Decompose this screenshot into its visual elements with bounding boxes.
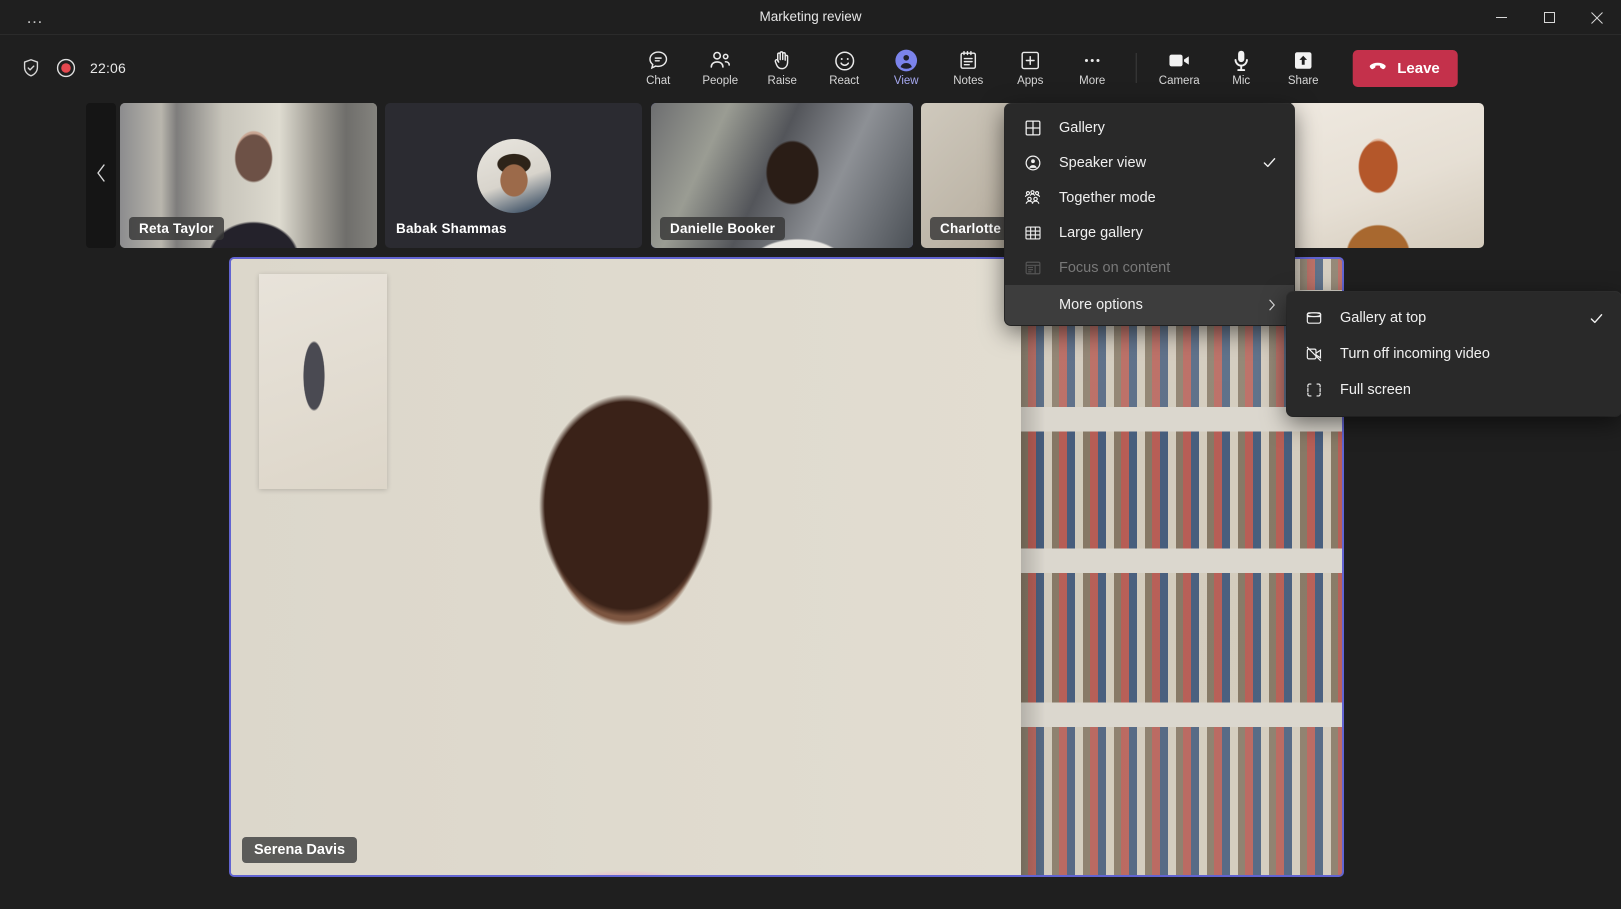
view-menu-item-together-mode[interactable]: Together mode xyxy=(1005,180,1294,215)
view-menu: Gallery Speaker view xyxy=(1005,104,1294,325)
view-submenu: Gallery at top Turn off incoming video xyxy=(1287,292,1621,416)
toolbar-button-chat[interactable]: Chat xyxy=(627,40,689,96)
content-panel-icon xyxy=(1023,258,1042,277)
toolbar-label-view: View xyxy=(894,76,919,88)
toolbar-button-camera[interactable]: Camera xyxy=(1148,40,1210,96)
people-group-icon xyxy=(1023,188,1042,207)
participant-tile-2[interactable]: Danielle Booker xyxy=(651,103,913,248)
participant-tile-0[interactable]: Reta Taylor xyxy=(120,103,377,248)
leave-button[interactable]: Leave xyxy=(1352,50,1458,87)
gallery-top-icon xyxy=(1304,309,1323,328)
maximize-button[interactable] xyxy=(1525,0,1573,35)
grid-3x3-icon xyxy=(1023,223,1042,242)
emoji-icon xyxy=(832,48,856,73)
full-screen-icon xyxy=(1304,381,1323,400)
filmstrip-scroll-left-button[interactable] xyxy=(86,103,116,248)
view-menu-item-gallery[interactable]: Gallery xyxy=(1005,110,1294,145)
avatar xyxy=(477,139,551,213)
toolbar-button-view[interactable]: View xyxy=(875,40,937,96)
submenu-label-gallery-at-top: Gallery at top xyxy=(1340,310,1426,326)
toolbar-button-react[interactable]: React xyxy=(813,40,875,96)
toolbar-label-mic: Mic xyxy=(1232,76,1250,88)
toolbar-button-notes[interactable]: Notes xyxy=(937,40,999,96)
checkmark-icon xyxy=(1588,310,1605,327)
teams-meeting-window: … Marketing review xyxy=(0,0,1621,909)
participant-name: Reta Taylor xyxy=(129,217,224,240)
participant-name: Babak Shammas xyxy=(394,217,517,240)
meeting-toolbar: 22:06 Chat xyxy=(0,35,1621,101)
participant-tile-1[interactable]: Babak Shammas xyxy=(385,103,642,248)
people-icon xyxy=(708,48,733,73)
chat-icon xyxy=(647,48,670,73)
view-menu-label-more-options: More options xyxy=(1059,297,1143,313)
title-bar: … Marketing review xyxy=(0,0,1621,35)
more-dots-icon: … xyxy=(26,9,45,26)
toolbar-label-camera: Camera xyxy=(1159,76,1200,88)
view-menu-label-large-gallery: Large gallery xyxy=(1059,225,1143,241)
window-overflow-menu-button[interactable]: … xyxy=(18,0,53,35)
submenu-label-full-screen: Full screen xyxy=(1340,382,1411,398)
participant-filmstrip: Reta Taylor Babak Shammas Danielle Booke… xyxy=(0,103,1621,248)
page-title: Marketing review xyxy=(0,9,1621,24)
toolbar-button-people[interactable]: People xyxy=(689,40,751,96)
toolbar-button-apps[interactable]: Apps xyxy=(999,40,1061,96)
view-menu-label-together-mode: Together mode xyxy=(1059,190,1156,206)
apps-plus-icon xyxy=(1019,48,1042,73)
view-person-icon xyxy=(894,48,919,73)
view-menu-item-more-options[interactable]: More options xyxy=(1005,285,1294,325)
participant-video xyxy=(1288,103,1484,248)
hangup-icon xyxy=(1366,55,1388,82)
toolbar-button-mic[interactable]: Mic xyxy=(1210,40,1272,96)
window-controls xyxy=(1477,0,1621,35)
more-dots-icon xyxy=(1081,48,1104,73)
toolbar-label-apps: Apps xyxy=(1017,76,1043,88)
participant-name: Danielle Booker xyxy=(660,217,785,240)
notes-icon xyxy=(957,48,980,73)
submenu-item-gallery-at-top[interactable]: Gallery at top xyxy=(1287,300,1621,336)
toolbar-label-notes: Notes xyxy=(953,76,983,88)
toolbar-label-people: People xyxy=(702,76,738,88)
toolbar-divider xyxy=(1135,53,1136,83)
meeting-status-group: 22:06 xyxy=(20,35,126,101)
toolbar-button-more[interactable]: More xyxy=(1061,40,1123,96)
leave-button-label: Leave xyxy=(1397,60,1440,77)
view-menu-label-focus-on-content: Focus on content xyxy=(1059,260,1170,276)
toolbar-label-raise: Raise xyxy=(768,76,797,88)
submenu-item-full-screen[interactable]: Full screen xyxy=(1287,372,1621,408)
meeting-controls: Chat People xyxy=(627,35,1458,101)
spacer-icon xyxy=(1023,296,1042,315)
close-button[interactable] xyxy=(1573,0,1621,35)
microphone-icon xyxy=(1229,48,1254,73)
toolbar-label-share: Share xyxy=(1288,76,1319,88)
chevron-right-icon xyxy=(1264,297,1280,313)
recording-elapsed-time: 22:06 xyxy=(90,60,126,76)
view-menu-item-speaker-view[interactable]: Speaker view xyxy=(1005,145,1294,180)
raise-hand-icon xyxy=(771,48,794,73)
camera-icon xyxy=(1167,48,1192,73)
toolbar-label-chat: Chat xyxy=(646,76,670,88)
main-speaker-name: Serena Davis xyxy=(242,837,357,863)
participant-tile-4[interactable] xyxy=(1288,103,1484,248)
share-up-icon xyxy=(1292,48,1315,73)
toolbar-label-react: React xyxy=(829,76,859,88)
video-off-icon xyxy=(1304,345,1323,364)
submenu-label-turn-off-incoming-video: Turn off incoming video xyxy=(1340,346,1490,362)
toolbar-button-raise[interactable]: Raise xyxy=(751,40,813,96)
minimize-button[interactable] xyxy=(1477,0,1525,35)
view-menu-item-focus-on-content: Focus on content xyxy=(1005,250,1294,285)
toolbar-button-share[interactable]: Share xyxy=(1272,40,1334,96)
view-menu-label-gallery: Gallery xyxy=(1059,120,1105,136)
grid-2x2-icon xyxy=(1023,118,1042,137)
checkmark-icon xyxy=(1261,154,1278,171)
person-circle-icon xyxy=(1023,153,1042,172)
submenu-item-turn-off-incoming-video[interactable]: Turn off incoming video xyxy=(1287,336,1621,372)
view-menu-item-large-gallery[interactable]: Large gallery xyxy=(1005,215,1294,250)
main-speaker-stage[interactable]: Serena Davis xyxy=(229,257,1344,877)
recording-dot-icon xyxy=(55,57,77,79)
view-menu-label-speaker-view: Speaker view xyxy=(1059,155,1146,171)
wall-poster xyxy=(259,274,387,489)
toolbar-label-more: More xyxy=(1079,76,1105,88)
shield-check-icon[interactable] xyxy=(20,57,42,79)
chevron-left-icon xyxy=(94,162,109,189)
